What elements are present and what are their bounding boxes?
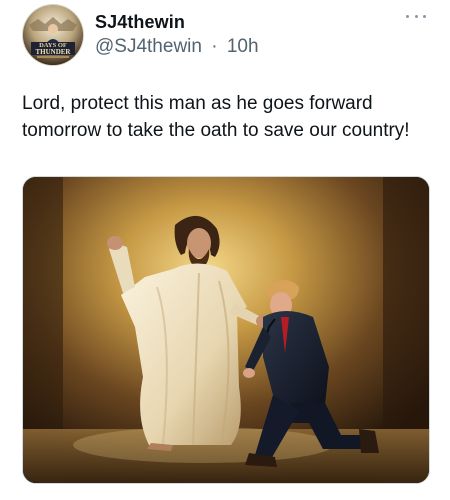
- more-horizontal-icon: [423, 14, 426, 18]
- tweet-text: Lord, protect this man as he goes forwar…: [22, 93, 410, 141]
- author-handle[interactable]: @SJ4thewin: [95, 36, 202, 58]
- author-avatar[interactable]: DAYS OF THUNDER: [23, 5, 83, 65]
- author-display-name[interactable]: SJ4thewin: [95, 12, 185, 33]
- author-meta: @SJ4thewin · 10h: [95, 36, 259, 58]
- days-of-thunder-avatar-icon: DAYS OF THUNDER: [23, 5, 83, 65]
- tweet-timestamp[interactable]: 10h: [227, 36, 259, 58]
- meta-separator: ·: [211, 36, 218, 57]
- more-options-button[interactable]: [406, 10, 426, 22]
- avatar-text-bottom: THUNDER: [35, 48, 71, 56]
- more-horizontal-icon: [406, 14, 409, 18]
- attached-image[interactable]: [22, 176, 430, 484]
- painting-illustration: [23, 177, 429, 483]
- tweet-card: DAYS OF THUNDER SJ4thewin @SJ4thewin · 1…: [0, 0, 450, 500]
- more-horizontal-icon: [414, 14, 418, 18]
